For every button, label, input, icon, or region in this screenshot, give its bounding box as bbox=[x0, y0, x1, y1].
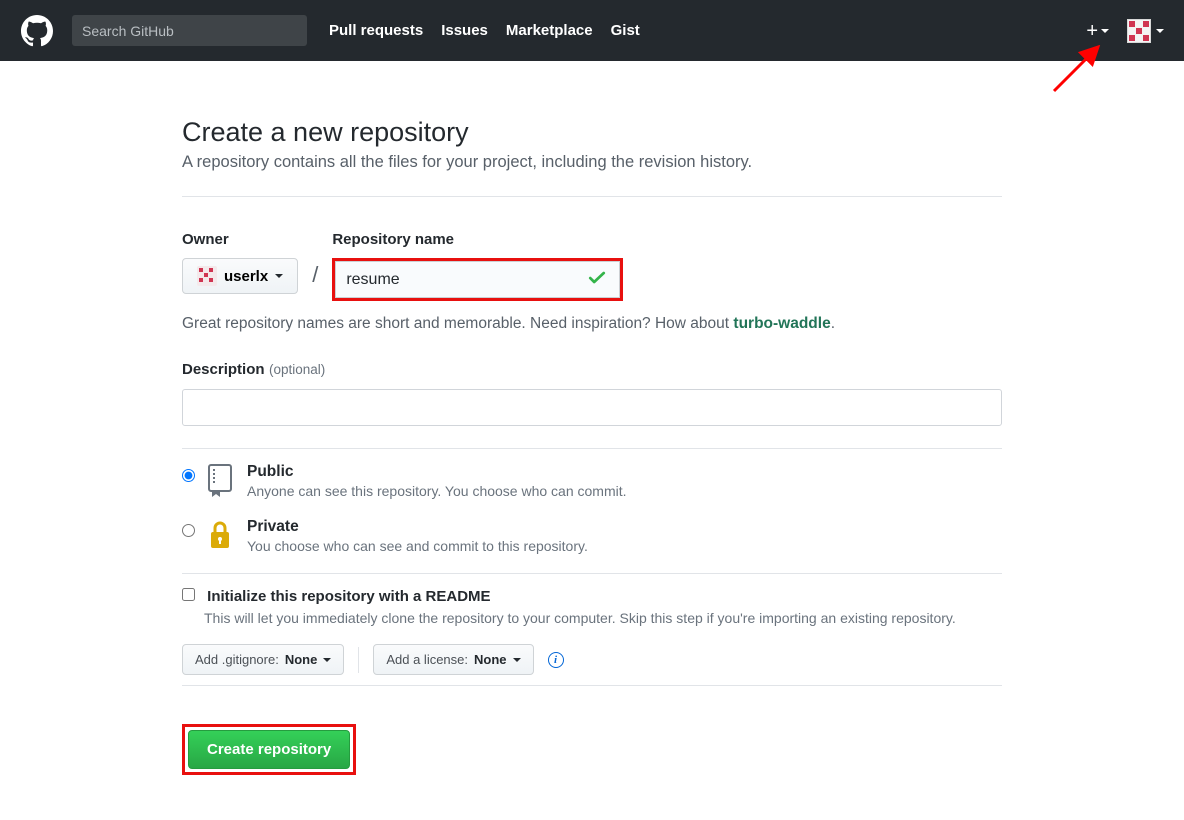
main-content: Create a new repository A repository con… bbox=[182, 61, 1002, 775]
divider bbox=[182, 448, 1002, 449]
private-title: Private bbox=[247, 518, 299, 535]
description-input[interactable] bbox=[182, 389, 1002, 426]
annotation-highlight bbox=[332, 258, 623, 301]
license-select[interactable]: Add a license: None bbox=[373, 644, 533, 675]
owner-select-button[interactable]: userlx bbox=[182, 258, 298, 294]
plus-icon: + bbox=[1086, 21, 1098, 41]
annotation-arrow-icon bbox=[1050, 45, 1110, 95]
user-menu[interactable] bbox=[1127, 19, 1164, 43]
app-header: Pull requests Issues Marketplace Gist + bbox=[0, 0, 1184, 61]
readme-row: Initialize this repository with a README… bbox=[182, 588, 1002, 626]
lock-icon bbox=[205, 518, 237, 557]
nav-marketplace[interactable]: Marketplace bbox=[506, 22, 593, 39]
check-icon bbox=[588, 268, 606, 291]
info-icon[interactable]: i bbox=[548, 652, 564, 668]
caret-down-icon bbox=[275, 274, 283, 278]
owner-name: userlx bbox=[224, 268, 268, 285]
public-radio[interactable] bbox=[182, 469, 195, 482]
avatar-icon bbox=[1127, 19, 1151, 43]
readme-label: Initialize this repository with a README bbox=[207, 588, 490, 605]
readme-sub: This will let you immediately clone the … bbox=[204, 610, 1002, 626]
visibility-private-row: Private You choose who can see and commi… bbox=[182, 518, 1002, 557]
search-input[interactable] bbox=[72, 15, 307, 46]
header-right: + bbox=[1086, 19, 1164, 43]
private-radio[interactable] bbox=[182, 524, 195, 537]
private-sub: You choose who can see and commit to thi… bbox=[247, 538, 588, 554]
repo-public-icon bbox=[205, 463, 237, 502]
repo-name-hint: Great repository names are short and mem… bbox=[182, 315, 1002, 333]
name-suggestion-link[interactable]: turbo-waddle bbox=[733, 315, 830, 332]
owner-label: Owner bbox=[182, 231, 298, 248]
nav-pull-requests[interactable]: Pull requests bbox=[329, 22, 423, 39]
create-repository-button[interactable]: Create repository bbox=[188, 730, 350, 769]
divider bbox=[182, 573, 1002, 574]
repo-name-input[interactable] bbox=[335, 261, 620, 298]
page-title: Create a new repository bbox=[182, 117, 1002, 148]
divider bbox=[182, 685, 1002, 686]
owner-slash: / bbox=[312, 262, 318, 295]
create-new-menu[interactable]: + bbox=[1086, 21, 1109, 41]
nav-gist[interactable]: Gist bbox=[611, 22, 640, 39]
owner-avatar-icon bbox=[197, 266, 217, 286]
readme-checkbox[interactable] bbox=[182, 588, 195, 601]
gitignore-select[interactable]: Add .gitignore: None bbox=[182, 644, 344, 675]
visibility-public-row: Public Anyone can see this repository. Y… bbox=[182, 463, 1002, 502]
caret-down-icon bbox=[1101, 29, 1109, 33]
github-logo[interactable] bbox=[20, 14, 54, 48]
description-label: Description bbox=[182, 361, 265, 378]
template-select-row: Add .gitignore: None Add a license: None… bbox=[182, 644, 1002, 675]
annotation-highlight: Create repository bbox=[182, 724, 356, 775]
repo-name-field: Repository name bbox=[332, 231, 623, 301]
caret-down-icon bbox=[513, 658, 521, 662]
nav-issues[interactable]: Issues bbox=[441, 22, 488, 39]
owner-field: Owner userlx bbox=[182, 231, 298, 294]
description-field: Description (optional) bbox=[182, 361, 1002, 426]
public-sub: Anyone can see this repository. You choo… bbox=[247, 483, 627, 499]
public-title: Public bbox=[247, 463, 294, 480]
caret-down-icon bbox=[323, 658, 331, 662]
page-lead: A repository contains all the files for … bbox=[182, 153, 1002, 172]
divider bbox=[182, 196, 1002, 197]
primary-nav: Pull requests Issues Marketplace Gist bbox=[329, 22, 640, 39]
repo-name-label: Repository name bbox=[332, 231, 623, 248]
description-optional: (optional) bbox=[269, 362, 325, 377]
divider bbox=[358, 647, 359, 673]
caret-down-icon bbox=[1156, 29, 1164, 33]
